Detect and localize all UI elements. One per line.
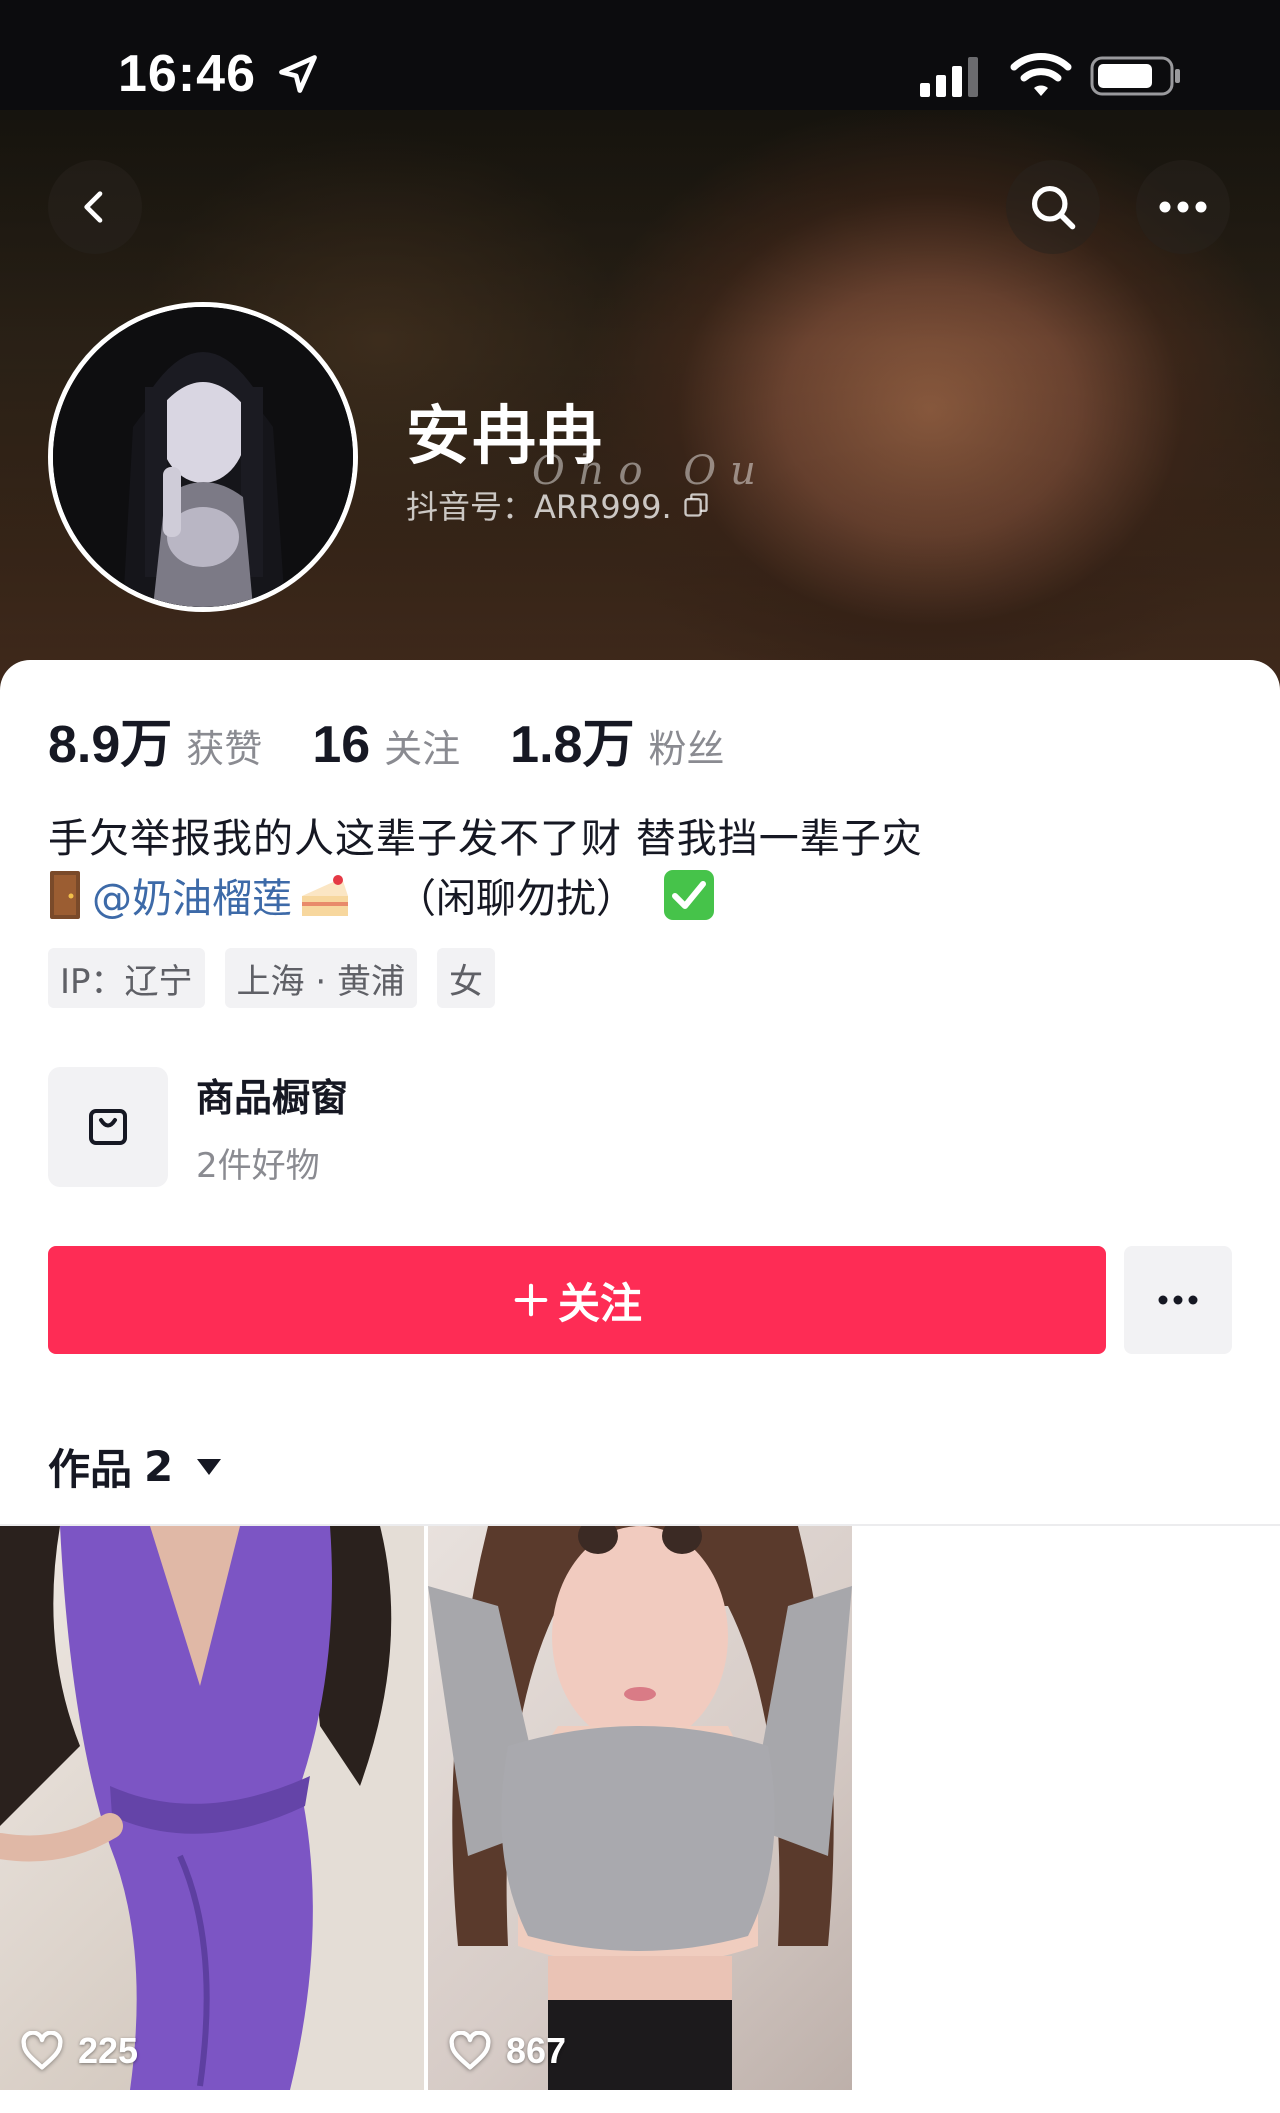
video-thumbnail[interactable]: 867 [428, 1526, 852, 2090]
like-count: 867 [506, 2030, 567, 2071]
stat-value: 8.9万 [48, 716, 173, 774]
more-dots-icon [1158, 1295, 1198, 1305]
like-count-row: 225 [20, 2030, 138, 2072]
stat-value: 1.8万 [510, 716, 635, 774]
thumbnail-image [428, 1526, 852, 2090]
status-time: 16:46 [118, 45, 256, 103]
cellular-signal-icon [920, 57, 978, 97]
search-icon [1031, 185, 1076, 230]
tags-row: IP：辽宁 上海 · 黄浦 女 [48, 948, 495, 1008]
chevron-left-icon [84, 191, 103, 223]
status-bar: 16:46 [0, 0, 1280, 110]
caret-down-icon [197, 1458, 222, 1475]
cake-icon [302, 875, 348, 916]
ip-tag: IP：辽宁 [48, 948, 205, 1008]
shop-text: 商品橱窗 2件好物 [196, 1067, 348, 1187]
profile-card: 8.9万 获赞 16 关注 1.8万 粉丝 手欠举报我的人这辈子发不了财 替我挡… [0, 660, 1280, 1526]
shop-subtitle: 2件好物 [196, 1146, 320, 1186]
follow-more-button[interactable] [1124, 1246, 1232, 1354]
bio-text: 手欠举报我的人这辈子发不了财 替我挡一辈子灾 [48, 816, 923, 862]
more-button[interactable] [1136, 160, 1230, 254]
heart-icon [449, 2031, 491, 2070]
copy-icon[interactable] [682, 491, 710, 519]
stat-label: 粉丝 [648, 727, 725, 771]
search-button[interactable] [1006, 160, 1100, 254]
stat-following[interactable]: 16 关注 [312, 715, 460, 775]
stat-likes[interactable]: 8.9万 获赞 [48, 702, 262, 777]
stat-label: 关注 [384, 727, 461, 771]
stat-value: 16 [312, 716, 371, 774]
heart-icon [21, 2031, 63, 2070]
shop-window-entry[interactable]: 商品橱窗 2件好物 [48, 1066, 1232, 1188]
like-count: 225 [78, 2030, 139, 2071]
stats-row: 8.9万 获赞 16 关注 1.8万 粉丝 [48, 702, 774, 777]
profile-cover: 安冉冉 Oho Ou 抖音号：ARR999. [0, 110, 1280, 690]
more-dots-icon [1159, 201, 1207, 213]
follow-button[interactable]: 关注 [48, 1246, 1106, 1354]
stat-label: 获赞 [186, 727, 263, 771]
douyin-id: 抖音号：ARR999. [406, 488, 672, 526]
video-grid: 225 867 [0, 1526, 1280, 2090]
mention-link[interactable]: @奶油榴莲 [92, 866, 292, 924]
shopping-bag-icon [89, 1109, 127, 1145]
shop-title: 商品橱窗 [196, 1076, 349, 1120]
shop-icon-box [48, 1067, 168, 1187]
bio-line: @奶油榴莲 （闲聊勿扰） [48, 866, 716, 924]
location-tag[interactable]: 上海 · 黄浦 [224, 948, 417, 1008]
works-label: 作品 [48, 1445, 133, 1494]
works-tab[interactable]: 作品 2 [48, 1436, 223, 1497]
battery-icon [1090, 56, 1180, 96]
avatar-illustration [53, 307, 353, 607]
thumbnail-image [0, 1526, 424, 2090]
gender-tag: 女 [436, 948, 495, 1008]
like-count-row: 867 [448, 2030, 566, 2072]
works-count: 2 [144, 1442, 174, 1491]
follow-label: 关注 [557, 1278, 642, 1328]
bio-note: （闲聊勿扰） [396, 876, 636, 922]
back-button[interactable] [48, 160, 142, 254]
wifi-icon [1010, 53, 1072, 96]
video-thumbnail[interactable]: 225 [0, 1526, 424, 2090]
stat-followers[interactable]: 1.8万 粉丝 [510, 702, 724, 777]
douyin-id-row[interactable]: 抖音号：ARR999. [406, 482, 710, 528]
plus-icon [514, 1283, 548, 1317]
door-icon [50, 871, 80, 919]
avatar[interactable] [48, 302, 358, 612]
check-mark-icon [664, 870, 714, 920]
location-arrow-icon [279, 55, 317, 93]
